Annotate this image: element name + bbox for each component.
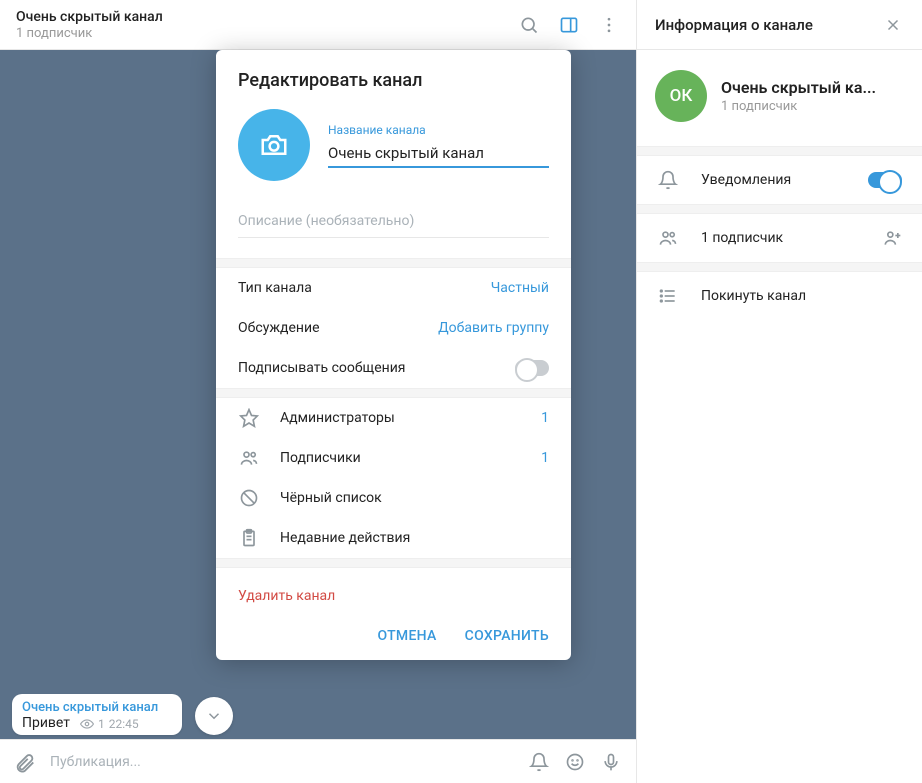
subscribers-mgmt-label: Подписчики [280, 450, 521, 466]
modal-title: Редактировать канал [216, 50, 571, 101]
subscribers-mgmt-row[interactable]: Подписчики 1 [216, 438, 571, 478]
close-icon[interactable] [882, 14, 904, 36]
cancel-button[interactable]: ОТМЕНА [377, 628, 436, 644]
people-icon [238, 448, 260, 468]
sign-toggle[interactable] [515, 360, 549, 376]
star-icon [238, 408, 260, 428]
sidebar-title: Информация о канале [655, 16, 813, 34]
divider [216, 388, 571, 398]
name-field-label: Название канала [328, 123, 549, 137]
subscribers-row[interactable]: 1 подписчик [637, 214, 922, 262]
divider [637, 262, 922, 272]
save-button[interactable]: СОХРАНИТЬ [465, 628, 549, 644]
recent-actions-label: Недавние действия [280, 530, 549, 546]
notifications-row[interactable]: Уведомления [637, 156, 922, 204]
block-icon [238, 488, 260, 508]
sidebar-channel-name: Очень скрытый ка... [721, 78, 901, 97]
divider [216, 258, 571, 268]
type-label: Тип канала [238, 280, 491, 296]
people-icon [657, 228, 679, 248]
type-value: Частный [491, 280, 549, 296]
notifications-label: Уведомления [701, 172, 846, 188]
admins-label: Администраторы [280, 410, 521, 426]
discussion-label: Обсуждение [238, 320, 438, 336]
list-icon [657, 286, 679, 306]
sidebar-profile[interactable]: ОК Очень скрытый ка... 1 подписчик [637, 50, 922, 146]
leave-channel-row[interactable]: Покинуть канал [637, 272, 922, 320]
subscribers-label: 1 подписчик [701, 230, 860, 246]
recent-actions-row[interactable]: Недавние действия [216, 518, 571, 558]
channel-photo-button[interactable] [238, 109, 310, 181]
add-member-icon[interactable] [882, 228, 902, 248]
divider [216, 558, 571, 568]
edit-channel-modal: Редактировать канал Название канала Тип … [216, 50, 571, 660]
channel-type-row[interactable]: Тип канала Частный [216, 268, 571, 308]
channel-info-panel: Информация о канале ОК Очень скрытый ка.… [636, 0, 922, 783]
notifications-toggle[interactable] [868, 172, 902, 188]
subscribers-mgmt-count: 1 [541, 450, 549, 466]
avatar: ОК [655, 70, 707, 122]
bell-icon [657, 170, 679, 190]
delete-channel-button[interactable]: Удалить канал [216, 568, 571, 614]
channel-description-input[interactable] [238, 205, 549, 238]
sign-messages-row[interactable]: Подписывать сообщения [216, 348, 571, 388]
admins-count: 1 [541, 410, 549, 426]
divider [637, 146, 922, 156]
leave-label: Покинуть канал [701, 288, 902, 304]
blacklist-label: Чёрный список [280, 490, 549, 506]
discussion-action[interactable]: Добавить группу [438, 320, 549, 336]
sidebar-channel-sub: 1 подписчик [721, 99, 901, 114]
channel-name-input[interactable] [328, 140, 549, 168]
blacklist-row[interactable]: Чёрный список [216, 478, 571, 518]
discussion-row[interactable]: Обсуждение Добавить группу [216, 308, 571, 348]
admins-row[interactable]: Администраторы 1 [216, 398, 571, 438]
sign-label: Подписывать сообщения [238, 360, 515, 376]
clipboard-icon [238, 528, 260, 548]
sidebar-header: Информация о канале [637, 0, 922, 50]
divider [637, 204, 922, 214]
